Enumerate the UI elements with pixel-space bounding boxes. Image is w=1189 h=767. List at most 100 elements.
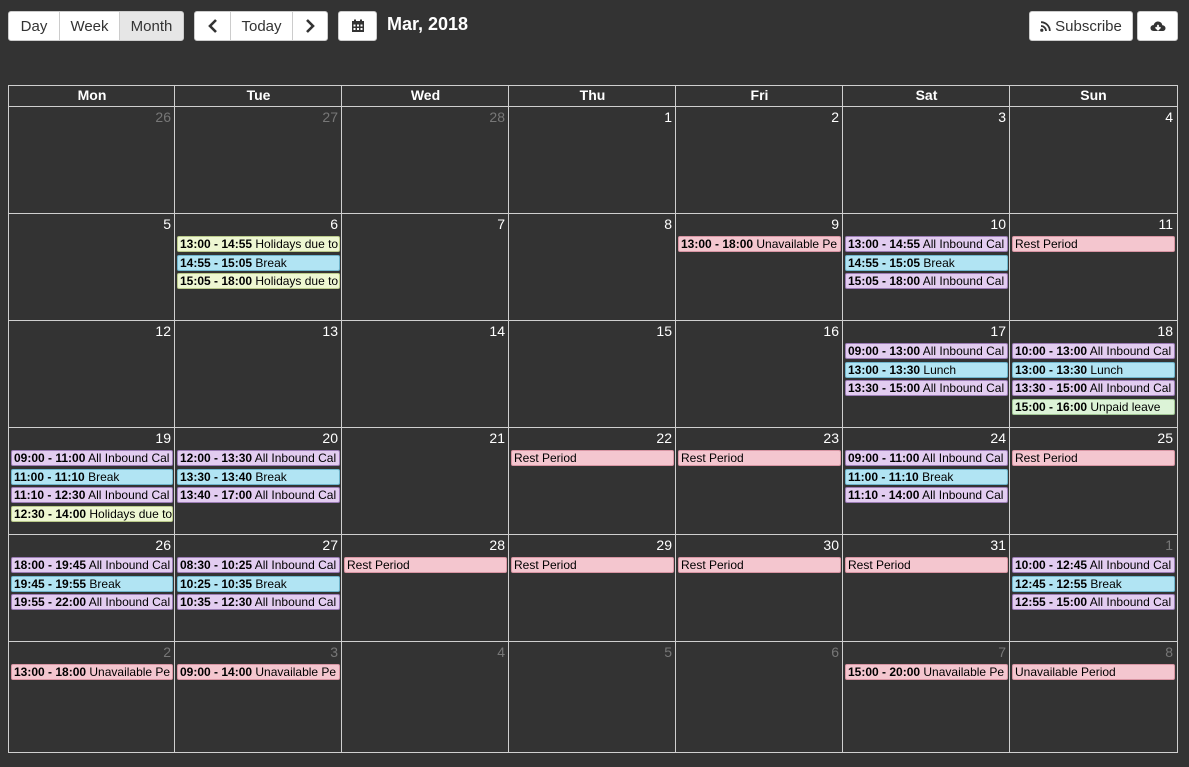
day-cell[interactable]: 11 Rest Period — [1010, 214, 1177, 320]
calendar-event[interactable]: Rest Period — [511, 557, 674, 573]
day-number[interactable]: 5 — [163, 216, 171, 232]
calendar-event[interactable]: 10:00 - 12:45 All Inbound Cal — [1012, 557, 1175, 573]
day-number[interactable]: 10 — [990, 216, 1006, 232]
calendar-event[interactable]: 12:30 - 14:00 Holidays due to — [11, 505, 173, 522]
day-cell[interactable]: 19 09:00 - 11:00 All Inbound Cal 11:00 - 1… — [9, 428, 175, 534]
prev-button[interactable] — [194, 11, 231, 41]
day-cell[interactable]: 1 10:00 - 12:45 All Inbound Cal 12:45 - 12… — [1010, 535, 1177, 641]
day-cell[interactable]: 6 — [676, 642, 843, 748]
month-view-button[interactable]: Month — [119, 11, 184, 41]
day-cell[interactable]: 20 12:00 - 13:30 All Inbound Cal 13:30 - 1… — [175, 428, 342, 534]
day-cell[interactable]: 26 18:00 - 19:45 All Inbound Cal 19:45 - 1… — [9, 535, 175, 641]
day-number[interactable]: 19 — [155, 430, 171, 446]
calendar-event[interactable]: 13:00 - 14:55 All Inbound Cal — [845, 236, 1008, 252]
day-number[interactable]: 6 — [330, 216, 338, 232]
day-cell[interactable]: 30 Rest Period — [676, 535, 843, 641]
day-number[interactable]: 27 — [322, 537, 338, 553]
day-cell[interactable]: 5 — [9, 214, 175, 320]
calendar-event[interactable]: 15:05 - 18:00 All Inbound Cal — [845, 273, 1008, 289]
calendar-event[interactable]: 13:00 - 18:00 Unavailable Pe — [678, 236, 841, 252]
calendar-event[interactable]: 09:00 - 11:00 All Inbound Cal — [845, 450, 1008, 466]
calendar-event[interactable]: 13:00 - 13:30 Lunch — [845, 361, 1008, 378]
calendar-event[interactable]: 12:45 - 12:55 Break — [1012, 575, 1175, 592]
day-number[interactable]: 17 — [990, 323, 1006, 339]
day-number[interactable]: 6 — [831, 644, 839, 660]
day-cell[interactable]: 26 — [9, 107, 175, 213]
calendar-event[interactable]: 13:30 - 15:00 All Inbound Cal — [845, 380, 1008, 396]
day-number[interactable]: 25 — [1157, 430, 1173, 446]
today-button[interactable]: Today — [230, 11, 293, 41]
day-cell[interactable]: 18 10:00 - 13:00 All Inbound Cal 13:00 - 1… — [1010, 321, 1177, 427]
day-number[interactable]: 23 — [823, 430, 839, 446]
calendar-event[interactable]: 10:25 - 10:35 Break — [177, 575, 340, 592]
day-cell[interactable]: 4 — [1010, 107, 1177, 213]
calendar-event[interactable]: 09:00 - 14:00 Unavailable Pe — [177, 664, 340, 680]
day-number[interactable]: 9 — [831, 216, 839, 232]
day-number[interactable]: 29 — [656, 537, 672, 553]
day-cell[interactable]: 4 — [342, 642, 509, 748]
day-cell[interactable]: 2 13:00 - 18:00 Unavailable Pe — [9, 642, 175, 748]
day-cell[interactable]: 3 — [843, 107, 1010, 213]
day-number[interactable]: 4 — [1165, 109, 1173, 125]
calendar-event[interactable]: Rest Period — [1012, 236, 1175, 252]
day-number[interactable]: 5 — [664, 644, 672, 660]
day-number[interactable]: 18 — [1157, 323, 1173, 339]
day-number[interactable]: 7 — [497, 216, 505, 232]
calendar-event[interactable]: 13:00 - 14:55 Holidays due to — [177, 236, 340, 252]
calendar-event[interactable]: 11:00 - 11:10 Break — [845, 468, 1008, 485]
day-cell[interactable]: 15 — [509, 321, 676, 427]
day-cell[interactable]: 12 — [9, 321, 175, 427]
day-number[interactable]: 13 — [322, 323, 338, 339]
calendar-event[interactable]: 10:35 - 12:30 All Inbound Cal — [177, 594, 340, 610]
day-cell[interactable]: 31 Rest Period — [843, 535, 1010, 641]
day-cell[interactable]: 6 13:00 - 14:55 Holidays due to 14:55 - 15… — [175, 214, 342, 320]
calendar-event[interactable]: 14:55 - 15:05 Break — [177, 254, 340, 271]
calendar-event[interactable]: 10:00 - 13:00 All Inbound Cal — [1012, 343, 1175, 359]
day-number[interactable]: 26 — [155, 109, 171, 125]
day-number[interactable]: 21 — [489, 430, 505, 446]
day-cell[interactable]: 2 — [676, 107, 843, 213]
day-number[interactable]: 31 — [990, 537, 1006, 553]
day-cell[interactable]: 16 — [676, 321, 843, 427]
calendar-event[interactable]: 13:00 - 18:00 Unavailable Pe — [11, 664, 173, 680]
day-number[interactable]: 7 — [998, 644, 1006, 660]
calendar-event[interactable]: Rest Period — [511, 450, 674, 466]
day-cell[interactable]: 8 Unavailable Period — [1010, 642, 1177, 748]
day-number[interactable]: 22 — [656, 430, 672, 446]
day-number[interactable]: 14 — [489, 323, 505, 339]
calendar-event[interactable]: 12:00 - 13:30 All Inbound Cal — [177, 450, 340, 466]
day-cell[interactable]: 21 — [342, 428, 509, 534]
day-number[interactable]: 3 — [330, 644, 338, 660]
calendar-event[interactable]: 08:30 - 10:25 All Inbound Cal — [177, 557, 340, 573]
day-cell[interactable]: 8 — [509, 214, 676, 320]
day-cell[interactable]: 28 Rest Period — [342, 535, 509, 641]
calendar-event[interactable]: 18:00 - 19:45 All Inbound Cal — [11, 557, 173, 573]
day-number[interactable]: 4 — [497, 644, 505, 660]
day-cell[interactable]: 5 — [509, 642, 676, 748]
next-button[interactable] — [292, 11, 328, 41]
day-view-button[interactable]: Day — [8, 11, 60, 41]
day-cell[interactable]: 23 Rest Period — [676, 428, 843, 534]
day-cell[interactable]: 17 09:00 - 13:00 All Inbound Cal 13:00 - 1… — [843, 321, 1010, 427]
day-number[interactable]: 16 — [823, 323, 839, 339]
day-cell[interactable]: 14 — [342, 321, 509, 427]
day-cell[interactable]: 27 — [175, 107, 342, 213]
day-number[interactable]: 12 — [155, 323, 171, 339]
calendar-event[interactable]: 15:05 - 18:00 Holidays due to — [177, 273, 340, 289]
day-number[interactable]: 27 — [322, 109, 338, 125]
day-cell[interactable]: 7 — [342, 214, 509, 320]
day-cell[interactable]: 13 — [175, 321, 342, 427]
calendar-event[interactable]: 11:10 - 14:00 All Inbound Cal — [845, 487, 1008, 503]
calendar-event[interactable]: Unavailable Period — [1012, 664, 1175, 680]
calendar-event[interactable]: 13:40 - 17:00 All Inbound Cal — [177, 487, 340, 503]
day-cell[interactable]: 10 13:00 - 14:55 All Inbound Cal 14:55 - 1… — [843, 214, 1010, 320]
week-view-button[interactable]: Week — [59, 11, 120, 41]
calendar-event[interactable]: 15:00 - 16:00 Unpaid leave — [1012, 398, 1175, 415]
day-cell[interactable]: 25 Rest Period — [1010, 428, 1177, 534]
day-cell[interactable]: 29 Rest Period — [509, 535, 676, 641]
day-number[interactable]: 2 — [831, 109, 839, 125]
calendar-event[interactable]: 19:55 - 22:00 All Inbound Cal — [11, 594, 173, 610]
day-number[interactable]: 20 — [322, 430, 338, 446]
calendar-event[interactable]: 19:45 - 19:55 Break — [11, 575, 173, 592]
day-number[interactable]: 8 — [1165, 644, 1173, 660]
